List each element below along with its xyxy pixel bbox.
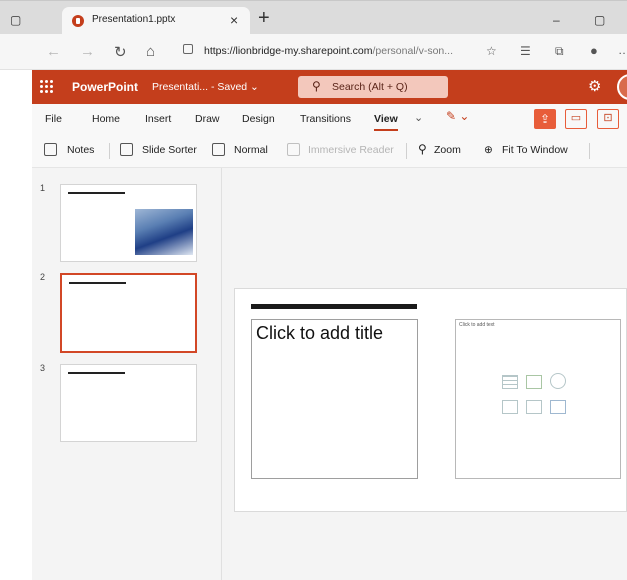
title-placeholder-text: Click to add title	[256, 323, 384, 343]
slide-sorter-button[interactable]: Slide Sorter	[142, 144, 197, 156]
address-bar: ← → ↻ ⌂ https://lionbridge-my.sharepoint…	[0, 34, 627, 70]
collections-icon[interactable]: ☰	[520, 44, 531, 58]
home-icon[interactable]: ⌂	[146, 43, 155, 60]
slide-thumbnail-3[interactable]	[60, 364, 197, 442]
present-icon[interactable]: ⊡	[597, 109, 619, 129]
window-menu-icon[interactable]: ▢	[10, 13, 21, 27]
forward-icon[interactable]: →	[80, 43, 95, 60]
extensions-icon[interactable]: ⧉	[555, 44, 564, 59]
insert-chart-icon[interactable]	[526, 375, 542, 389]
avatar[interactable]	[617, 74, 627, 100]
insert-smartart-icon[interactable]	[550, 373, 566, 389]
pen-icon[interactable]: ✎ ⌄	[446, 109, 480, 127]
tab-file[interactable]: File	[45, 113, 62, 125]
thumbnail-title-bar	[68, 372, 125, 374]
view-commands: Notes Slide Sorter Normal Immersive Read…	[32, 134, 627, 168]
maximize-icon[interactable]: ▢	[594, 13, 605, 27]
slide-number: 1	[40, 183, 46, 193]
document-name[interactable]: Presentati... - Saved ⌄	[152, 81, 259, 93]
lock-icon[interactable]	[183, 44, 193, 54]
slide-number: 3	[40, 363, 46, 373]
comments-icon[interactable]: ▭	[565, 109, 587, 129]
zoom-icon: ⚲	[418, 142, 427, 156]
app-launcher-icon[interactable]	[40, 80, 54, 94]
thumbnail-title-bar	[68, 192, 125, 194]
content-placeholder-text: Click to add text	[459, 322, 495, 328]
slide-accent-bar	[251, 304, 417, 309]
powerpoint-favicon-icon	[72, 15, 84, 27]
thumbnail-title-bar	[69, 282, 126, 284]
immersive-reader-icon	[287, 143, 300, 156]
search-input[interactable]: ⚲ Search (Alt + Q)	[298, 76, 448, 98]
tab-view[interactable]: View	[374, 113, 398, 131]
share-icon[interactable]: ⇪	[534, 109, 556, 129]
insert-picture-icon[interactable]	[502, 400, 518, 414]
slide-sorter-icon	[120, 143, 133, 156]
more-icon[interactable]: …	[618, 43, 627, 57]
refresh-icon[interactable]: ↻	[114, 43, 127, 61]
profile-icon[interactable]: ●	[590, 43, 598, 58]
tab-close-icon[interactable]: ×	[230, 12, 238, 28]
fit-window-icon: ⊕	[484, 144, 493, 156]
back-icon[interactable]: ←	[46, 43, 61, 60]
tab-title: Presentation1.pptx	[92, 14, 176, 25]
divider	[589, 143, 590, 159]
gear-icon[interactable]: ⚙	[588, 77, 601, 95]
notes-button[interactable]: Notes	[67, 144, 94, 156]
slide-thumbnail-pane: 1 2 3	[32, 168, 222, 580]
insert-video-icon[interactable]	[550, 400, 566, 414]
favorites-icon[interactable]: ☆	[486, 44, 497, 58]
fit-to-window-button[interactable]: Fit To Window	[502, 144, 568, 156]
app-name[interactable]: PowerPoint	[72, 80, 138, 94]
divider	[109, 143, 110, 159]
slide-thumbnail-2[interactable]	[60, 273, 197, 353]
ribbon-tabs: File Home Insert Draw Design Transitions…	[32, 104, 627, 134]
divider	[406, 143, 407, 159]
search-icon: ⚲	[312, 79, 321, 93]
notes-icon	[44, 143, 57, 156]
zoom-button[interactable]: Zoom	[434, 144, 461, 156]
slide-number: 2	[40, 272, 46, 282]
normal-view-button[interactable]: Normal	[234, 144, 268, 156]
search-placeholder: Search (Alt + Q)	[332, 81, 408, 93]
url-host: https://lionbridge-my.sharepoint.com	[204, 45, 373, 57]
browser-tab[interactable]: Presentation1.pptx ×	[62, 7, 250, 35]
insert-stock-image-icon[interactable]	[526, 400, 542, 414]
content-placeholder[interactable]: Click to add text	[455, 319, 621, 479]
tab-transitions[interactable]: Transitions	[300, 113, 351, 125]
browser-titlebar: ▢ Presentation1.pptx × + – ▢	[0, 0, 627, 35]
immersive-reader-button[interactable]: Immersive Reader	[308, 144, 394, 156]
tab-insert[interactable]: Insert	[145, 113, 171, 125]
tab-design[interactable]: Design	[242, 113, 275, 125]
mountain-image-icon	[135, 209, 193, 255]
url-text: https://lionbridge-my.sharepoint.com/per…	[204, 45, 453, 57]
tab-draw[interactable]: Draw	[195, 113, 220, 125]
chevron-down-icon[interactable]: ⌄	[414, 111, 423, 124]
title-placeholder[interactable]: Click to add title	[251, 319, 418, 479]
slide-canvas[interactable]: Click to add title Click to add text	[234, 288, 627, 512]
slide-editor: Click to add title Click to add text	[222, 168, 627, 580]
app-header: PowerPoint Presentati... - Saved ⌄ ⚲ Sea…	[32, 70, 627, 104]
new-tab-icon[interactable]: +	[258, 7, 270, 30]
insert-table-icon[interactable]	[502, 375, 518, 389]
url-field[interactable]: https://lionbridge-my.sharepoint.com/per…	[183, 41, 483, 63]
url-path: /personal/v-son...	[372, 45, 454, 57]
minimize-icon[interactable]: –	[553, 13, 560, 27]
normal-view-icon	[212, 143, 225, 156]
slide-thumbnail-1[interactable]	[60, 184, 197, 262]
tab-home[interactable]: Home	[92, 113, 120, 125]
